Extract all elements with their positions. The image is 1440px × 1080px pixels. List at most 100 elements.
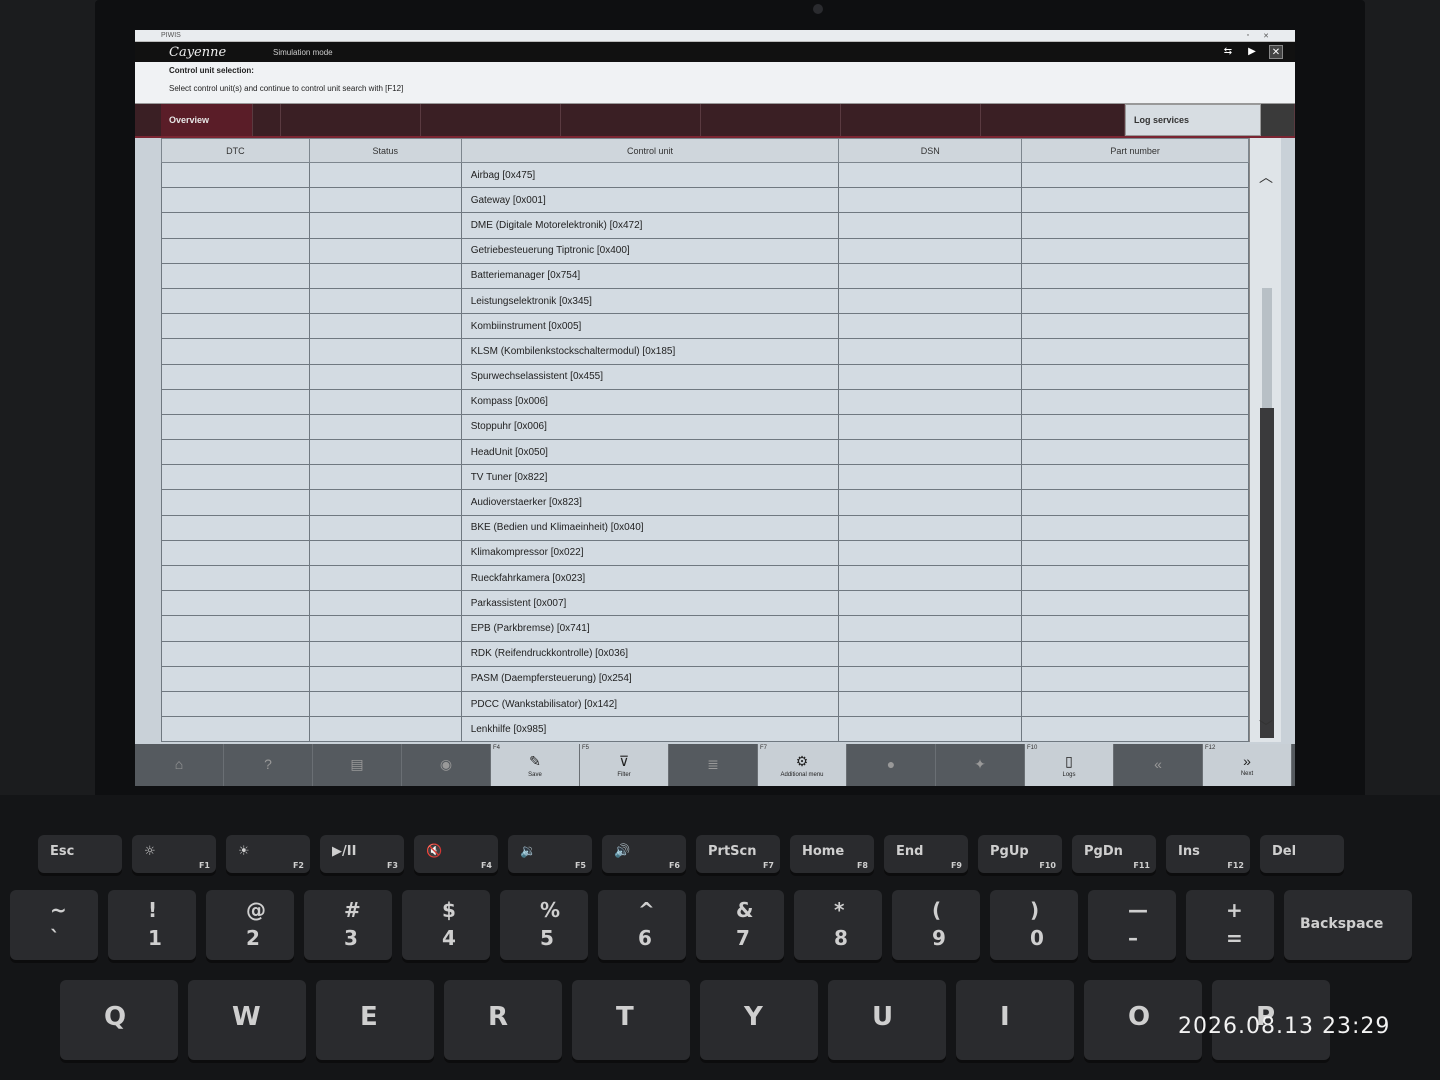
tab-blank-1[interactable] — [253, 104, 281, 136]
tool-11-button[interactable]: « — [1114, 744, 1203, 786]
key[interactable]: * 8 — [794, 890, 882, 960]
key[interactable]: Backspace — [1284, 890, 1412, 960]
dsn-cell — [838, 690, 1023, 718]
additional-menu-button[interactable]: F7 ⚙ Additional menu — [758, 744, 847, 786]
key[interactable]: — – — [1088, 890, 1176, 960]
table-row[interactable]: Klimakompressor [0x022] — [161, 539, 1249, 567]
table-row[interactable]: Getriebesteuerung Tiptronic [0x400] — [161, 237, 1249, 264]
key[interactable]: 🔇 F4 — [414, 835, 498, 873]
table-row[interactable]: Gateway [0x001] — [161, 187, 1249, 214]
tab-blank-3[interactable] — [421, 104, 561, 136]
key[interactable]: + = — [1186, 890, 1274, 960]
key[interactable]: ^ 6 — [598, 890, 686, 960]
table-row[interactable]: HeadUnit [0x050] — [161, 439, 1249, 466]
connection-icon[interactable]: ⇆ — [1221, 45, 1235, 59]
table-row[interactable]: Kombiinstrument [0x005] — [161, 313, 1249, 340]
col-control-unit[interactable]: Control unit — [460, 138, 840, 163]
table-row[interactable]: Parkassistent [0x007] — [161, 590, 1249, 617]
key[interactable]: PrtScn F7 — [696, 835, 780, 873]
table-row[interactable]: PDCC (Wankstabilisator) [0x142] — [161, 690, 1249, 718]
tab-blank-2[interactable] — [281, 104, 421, 136]
play-circle-icon[interactable]: ▶ — [1245, 45, 1259, 59]
key-label: 🔊 — [614, 844, 631, 859]
key[interactable]: W — [188, 980, 306, 1060]
table-row[interactable]: Batteriemanager [0x754] — [161, 262, 1249, 289]
key[interactable]: I — [956, 980, 1074, 1060]
tool-1-button[interactable]: ? — [224, 744, 313, 786]
tool-9-button[interactable]: ✦ — [936, 744, 1025, 786]
key[interactable]: (9 — [892, 890, 980, 960]
chevron-down-icon[interactable]: ﹀ — [1254, 716, 1278, 738]
chevron-up-icon[interactable]: ︿ — [1254, 166, 1278, 188]
tab-blank-5[interactable] — [701, 104, 841, 136]
logs-button[interactable]: F10 ▯ Logs — [1025, 744, 1114, 786]
key[interactable]: 🔊 F6 — [602, 835, 686, 873]
key[interactable]: End F9 — [884, 835, 968, 873]
table-row[interactable]: BKE (Bedien und Klimaeinheit) [0x040] — [161, 514, 1249, 541]
control-unit-cell: Lenkhilfe [0x985] — [460, 716, 840, 743]
window-close-icon[interactable]: ✕ — [1263, 32, 1269, 40]
key[interactable]: Del — [1260, 835, 1344, 873]
tool-2-button[interactable]: ▤ — [313, 744, 402, 786]
scroll-track[interactable] — [1260, 408, 1274, 738]
key[interactable]: ) 0 — [990, 890, 1078, 960]
tool-8-button[interactable]: ● — [847, 744, 936, 786]
table-row[interactable]: Kompass [0x006] — [161, 388, 1249, 415]
table-row[interactable]: Lenkhilfe [0x985] — [161, 716, 1249, 743]
table-row[interactable]: DME (Digitale Motorelektronik) [0x472] — [161, 212, 1249, 239]
table-row[interactable]: TV Tuner [0x822] — [161, 464, 1249, 491]
key[interactable]: ! 1 — [108, 890, 196, 960]
next-button[interactable]: F12 » Next — [1203, 744, 1292, 786]
key[interactable]: % 5 — [500, 890, 588, 960]
table-row[interactable]: Spurwechselassistent [0x455] — [161, 363, 1249, 390]
tool-0-button[interactable]: ⌂ — [135, 744, 224, 786]
key[interactable]: E — [316, 980, 434, 1060]
col-dtc[interactable]: DTC — [161, 138, 310, 163]
key[interactable]: ~ ` — [10, 890, 98, 960]
key[interactable]: @2 — [206, 890, 294, 960]
scroll-thumb[interactable] — [1262, 288, 1272, 408]
col-dsn[interactable]: DSN — [838, 138, 1023, 163]
tab-blank-4[interactable] — [561, 104, 701, 136]
col-status[interactable]: Status — [308, 138, 462, 163]
tab-blank-7[interactable] — [981, 104, 1125, 136]
tab-log-services[interactable]: Log services — [1125, 104, 1261, 136]
vertical-scrollbar[interactable]: ︿ ﹀ — [1249, 138, 1281, 742]
key[interactable]: T — [572, 980, 690, 1060]
key[interactable]: $4 — [402, 890, 490, 960]
save-button[interactable]: F4 ✎ Save — [491, 744, 580, 786]
key[interactable]: R — [444, 980, 562, 1060]
key[interactable]: ▶/II F3 — [320, 835, 404, 873]
key[interactable]: ☼ F1 — [132, 835, 216, 873]
key[interactable]: Ins F12 — [1166, 835, 1250, 873]
table-row[interactable]: PASM (Daempfersteuerung) [0x254] — [161, 665, 1249, 692]
table-row[interactable]: Leistungselektronik [0x345] — [161, 287, 1249, 315]
restore-icon[interactable]: ▫ — [1247, 32, 1249, 40]
tab-overview[interactable]: Overview — [161, 104, 253, 136]
table-row[interactable]: Rueckfahrkamera [0x023] — [161, 564, 1249, 592]
table-row[interactable]: Stoppuhr [0x006] — [161, 413, 1249, 441]
col-part-number[interactable]: Part number — [1021, 138, 1249, 163]
table-row[interactable]: EPB (Parkbremse) [0x741] — [161, 615, 1249, 642]
tool-6-button[interactable]: ≣ — [669, 744, 758, 786]
key[interactable]: & 7 — [696, 890, 784, 960]
tool-3-button[interactable]: ◉ — [402, 744, 491, 786]
key[interactable]: 🔉 F5 — [508, 835, 592, 873]
key[interactable]: ☀ F2 — [226, 835, 310, 873]
key[interactable]: U — [828, 980, 946, 1060]
key[interactable]: #3 — [304, 890, 392, 960]
part-number-cell — [1021, 338, 1249, 365]
key[interactable]: PgUp F10 — [978, 835, 1062, 873]
table-row[interactable]: Audioverstaerker [0x823] — [161, 489, 1249, 516]
table-row[interactable]: RDK (Reifendruckkontrolle) [0x036] — [161, 640, 1249, 667]
key[interactable]: Q — [60, 980, 178, 1060]
table-row[interactable]: Airbag [0x475] — [161, 161, 1249, 189]
key[interactable]: Esc — [38, 835, 122, 873]
key[interactable]: Y — [700, 980, 818, 1060]
table-row[interactable]: KLSM (Kombilenkstockschaltermodul) [0x18… — [161, 338, 1249, 365]
tab-blank-6[interactable] — [841, 104, 981, 136]
key[interactable]: PgDn F11 — [1072, 835, 1156, 873]
key[interactable]: Home F8 — [790, 835, 874, 873]
filter-button[interactable]: F5 ⊽ Filter — [580, 744, 669, 786]
close-button[interactable]: ✕ — [1269, 45, 1283, 59]
